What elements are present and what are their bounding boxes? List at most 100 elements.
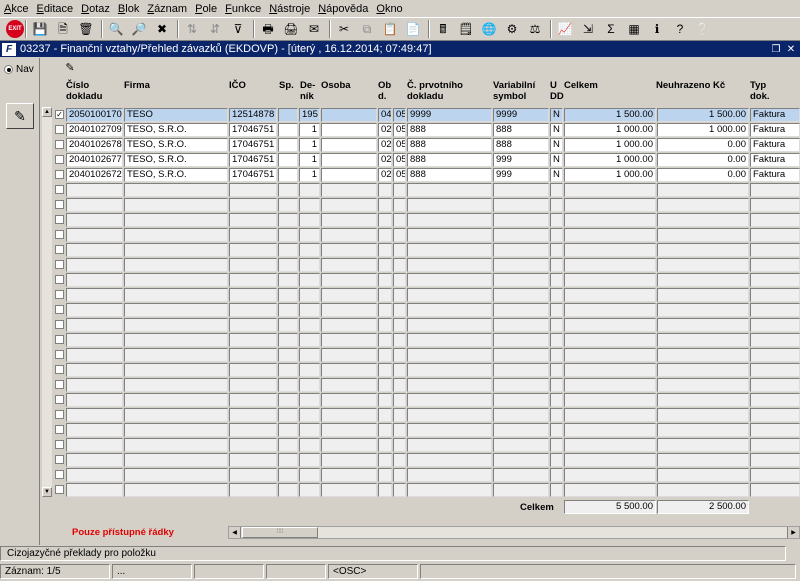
cell-denik[interactable]: [299, 243, 320, 257]
cell-vs[interactable]: [493, 348, 549, 362]
cell-vs[interactable]: [493, 243, 549, 257]
cell-ob1[interactable]: [378, 468, 392, 482]
cell-sp[interactable]: [278, 393, 298, 407]
cell-ico[interactable]: [229, 288, 277, 302]
cell-denik[interactable]: [299, 273, 320, 287]
cell-firma[interactable]: TESO, S.R.O.: [124, 123, 228, 137]
paste-special-icon[interactable]: 📄: [404, 20, 422, 38]
cell-firma[interactable]: [124, 363, 228, 377]
cell-typ[interactable]: [750, 318, 800, 332]
cell-ico[interactable]: [229, 228, 277, 242]
cell-typ[interactable]: [750, 423, 800, 437]
row-checkbox[interactable]: [55, 245, 64, 254]
cell-cprv[interactable]: [407, 198, 492, 212]
cell-neuhr[interactable]: [657, 468, 749, 482]
cell-u[interactable]: [550, 198, 563, 212]
cell-typ[interactable]: Faktura: [750, 108, 800, 122]
cell-cislo[interactable]: [66, 483, 123, 497]
cell-neuhr[interactable]: [657, 243, 749, 257]
cell-cislo[interactable]: [66, 318, 123, 332]
cell-u[interactable]: [550, 213, 563, 227]
cell-cprv[interactable]: [407, 363, 492, 377]
menu-item[interactable]: Akce: [4, 3, 28, 15]
cell-ob1[interactable]: [378, 438, 392, 452]
cell-celkem[interactable]: [564, 393, 656, 407]
table-row[interactable]: [54, 243, 800, 258]
scroll-down-icon[interactable]: ▼: [42, 487, 52, 497]
cell-vs[interactable]: [493, 378, 549, 392]
query-cancel-icon[interactable]: ✖: [153, 20, 171, 38]
table-row[interactable]: [54, 198, 800, 213]
cell-osoba[interactable]: [321, 363, 377, 377]
cell-celkem[interactable]: [564, 468, 656, 482]
menu-item[interactable]: Záznam: [147, 3, 187, 15]
cell-sp[interactable]: [278, 258, 298, 272]
cell-firma[interactable]: [124, 303, 228, 317]
row-checkbox[interactable]: [55, 275, 64, 284]
row-checkbox[interactable]: [55, 395, 64, 404]
cell-cislo[interactable]: [66, 423, 123, 437]
cell-celkem[interactable]: [564, 318, 656, 332]
cell-ob2[interactable]: [393, 258, 406, 272]
cell-u[interactable]: [550, 483, 563, 497]
cell-denik[interactable]: 1: [299, 123, 320, 137]
cell-denik[interactable]: [299, 258, 320, 272]
cell-ob1[interactable]: [378, 213, 392, 227]
table-row[interactable]: [54, 363, 800, 378]
cell-typ[interactable]: [750, 288, 800, 302]
cell-ico[interactable]: [229, 198, 277, 212]
cell-cislo[interactable]: [66, 363, 123, 377]
cell-sp[interactable]: [278, 408, 298, 422]
cell-cprv[interactable]: [407, 258, 492, 272]
cell-celkem[interactable]: [564, 258, 656, 272]
close-icon[interactable]: ✕: [785, 43, 797, 55]
row-checkbox[interactable]: [55, 305, 64, 314]
cell-cprv[interactable]: 888: [407, 123, 492, 137]
table-row[interactable]: [54, 213, 800, 228]
cell-ob1[interactable]: [378, 228, 392, 242]
cell-ico[interactable]: 17046751: [229, 138, 277, 152]
cell-denik[interactable]: [299, 393, 320, 407]
cell-celkem[interactable]: 1 000.00: [564, 153, 656, 167]
cell-vs[interactable]: 888: [493, 138, 549, 152]
cell-sp[interactable]: [278, 198, 298, 212]
cell-u[interactable]: [550, 438, 563, 452]
cell-u[interactable]: [550, 363, 563, 377]
cell-ob2[interactable]: 05: [393, 138, 406, 152]
vertical-scrollbar[interactable]: ▲ ▼: [42, 107, 52, 497]
cell-firma[interactable]: [124, 258, 228, 272]
cell-vs[interactable]: [493, 468, 549, 482]
cell-celkem[interactable]: [564, 333, 656, 347]
menu-item[interactable]: Blok: [118, 3, 139, 15]
cell-neuhr[interactable]: 0.00: [657, 168, 749, 182]
cell-denik[interactable]: [299, 453, 320, 467]
cell-neuhr[interactable]: [657, 228, 749, 242]
table-row[interactable]: [54, 348, 800, 363]
cell-vs[interactable]: [493, 333, 549, 347]
restore-icon[interactable]: ❐: [770, 43, 782, 55]
menu-item[interactable]: Nápověda: [318, 3, 368, 15]
cell-typ[interactable]: [750, 243, 800, 257]
cell-cislo[interactable]: [66, 213, 123, 227]
row-checkbox[interactable]: [55, 320, 64, 329]
cell-cislo[interactable]: [66, 183, 123, 197]
cell-u[interactable]: [550, 333, 563, 347]
cell-firma[interactable]: [124, 453, 228, 467]
cell-cprv[interactable]: [407, 423, 492, 437]
cell-ob1[interactable]: [378, 333, 392, 347]
cell-u[interactable]: [550, 183, 563, 197]
cell-cislo[interactable]: [66, 453, 123, 467]
row-checkbox[interactable]: [55, 470, 64, 479]
table-row[interactable]: [54, 228, 800, 243]
print-preview-icon[interactable]: 🖨: [282, 20, 300, 38]
cell-typ[interactable]: [750, 333, 800, 347]
cell-u[interactable]: [550, 453, 563, 467]
cell-osoba[interactable]: [321, 138, 377, 152]
cell-typ[interactable]: [750, 393, 800, 407]
cell-ob1[interactable]: [378, 408, 392, 422]
cell-ob1[interactable]: [378, 318, 392, 332]
scroll-up-icon[interactable]: ▲: [42, 107, 52, 117]
cell-cislo[interactable]: [66, 408, 123, 422]
cell-vs[interactable]: [493, 318, 549, 332]
cell-firma[interactable]: TESO, S.R.O.: [124, 138, 228, 152]
